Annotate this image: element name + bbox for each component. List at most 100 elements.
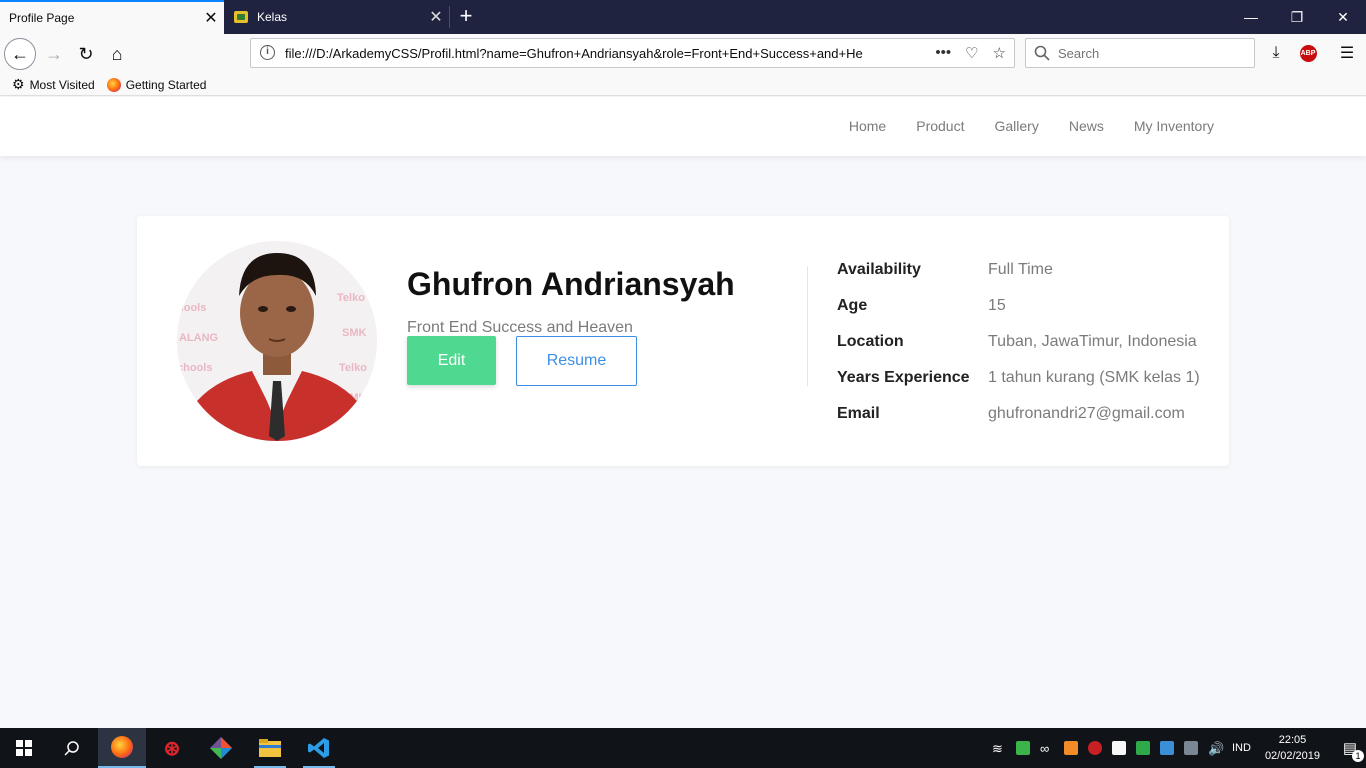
browser-toolbar: ← → ↻ ⌂ i file:///D:/ArkademyCSS/Profil.… xyxy=(0,34,1366,74)
profile-card: Tel hools Telko ALANG SMK chools Telko SMK Gh… xyxy=(137,216,1229,466)
detail-label: Years Experience xyxy=(837,369,970,386)
home-icon[interactable]: ⌂ xyxy=(101,38,133,70)
bookmark-star-icon[interactable]: ☆ xyxy=(993,44,1006,62)
adblock-button[interactable]: ABP xyxy=(1293,38,1323,68)
main-nav: Home Product Gallery News My Inventory xyxy=(849,118,1214,134)
pocket-icon[interactable]: ♡ xyxy=(965,44,978,62)
nav-product[interactable]: Product xyxy=(916,118,964,134)
notification-center[interactable]: ▤ 1 xyxy=(1334,728,1366,768)
menu-icon[interactable]: ☰ xyxy=(1332,38,1362,68)
detail-value: Full Time xyxy=(988,261,1053,278)
back-arrow-icon[interactable]: ← xyxy=(4,38,36,70)
nav-home[interactable]: Home xyxy=(849,118,886,134)
minimize-icon[interactable]: — xyxy=(1228,0,1274,34)
nav-news[interactable]: News xyxy=(1069,118,1104,134)
avatar: Tel hools Telko ALANG SMK chools Telko SMK xyxy=(177,241,377,441)
firefox-icon xyxy=(106,77,121,92)
bookmark-label: Getting Started xyxy=(125,77,207,92)
search-input[interactable]: Search xyxy=(1058,46,1099,61)
tab-close-icon[interactable]: ✕ xyxy=(423,7,449,27)
svg-text:ALANG: ALANG xyxy=(179,332,218,344)
nav-gallery[interactable]: Gallery xyxy=(994,118,1038,134)
monitor-icon[interactable] xyxy=(1183,741,1198,755)
garena-tray-icon[interactable] xyxy=(1087,741,1102,755)
edit-button[interactable]: Edit xyxy=(407,336,496,385)
search-icon xyxy=(64,741,79,756)
tab-close-icon[interactable]: ✕ xyxy=(198,8,224,28)
wifi-icon[interactable]: ≋ xyxy=(992,741,1006,756)
download-icon[interactable]: ⤓ xyxy=(1261,38,1291,68)
taskbar-file-explorer[interactable] xyxy=(246,728,294,768)
reload-icon[interactable]: ↻ xyxy=(70,38,102,70)
detail-row-age: Age 15 xyxy=(837,297,1200,333)
tab-bar: Profile Page ✕ Kelas ✕ + — ❐ ✕ xyxy=(0,0,1366,34)
sublime-icon[interactable] xyxy=(1063,741,1078,755)
folder-icon xyxy=(259,739,281,757)
url-text[interactable]: file:///D:/ArkademyCSS/Profil.html?name=… xyxy=(285,46,900,61)
bookmark-most-visited[interactable]: ⚙ Most Visited xyxy=(12,76,95,93)
profile-photo: TelhoolsTelko ALANG SMKchools TelkoSMK xyxy=(177,241,377,441)
profile-name: Ghufron Andriansyah xyxy=(407,266,735,302)
detail-value: 1 tahun kurang (SMK kelas 1) xyxy=(988,369,1200,386)
start-button[interactable] xyxy=(0,728,48,768)
network-icon[interactable] xyxy=(1159,741,1174,755)
detail-label: Availability xyxy=(837,261,921,278)
garena-icon: ⊛ xyxy=(163,737,181,760)
info-icon[interactable]: i xyxy=(260,45,275,60)
detail-label: Age xyxy=(837,297,868,314)
drive-icon[interactable] xyxy=(1135,741,1150,755)
svg-text:Telko: Telko xyxy=(337,292,365,304)
taskbar-firefox[interactable] xyxy=(98,728,146,768)
taskbar-search-button[interactable] xyxy=(48,728,96,768)
svg-text:hools: hools xyxy=(177,302,206,314)
resume-button[interactable]: Resume xyxy=(516,336,637,386)
adblock-icon: ABP xyxy=(1299,44,1317,62)
notification-badge: 1 xyxy=(1352,750,1364,762)
divider xyxy=(807,266,808,386)
tab-profile-page[interactable]: Profile Page ✕ xyxy=(0,0,224,34)
profile-role: Front End Success and Heaven xyxy=(407,319,633,336)
detail-row-location: Location Tuban, JawaTimur, Indonesia xyxy=(837,333,1200,369)
battery-icon[interactable] xyxy=(1015,741,1030,755)
firefox-icon xyxy=(111,736,133,758)
nav-my-inventory[interactable]: My Inventory xyxy=(1134,118,1214,134)
forward-arrow-icon[interactable]: → xyxy=(38,38,70,70)
clock[interactable]: 22:05 02/02/2019 xyxy=(1265,732,1320,764)
detail-row-availability: Availability Full Time xyxy=(837,261,1200,297)
windows-logo-icon xyxy=(16,740,32,756)
restore-icon[interactable]: ❐ xyxy=(1274,0,1320,34)
language-indicator[interactable]: IND xyxy=(1232,742,1251,754)
detail-label: Email xyxy=(837,405,880,422)
vscode-icon xyxy=(308,738,329,758)
tab-title: Profile Page xyxy=(9,11,75,25)
url-bar[interactable]: i file:///D:/ArkademyCSS/Profil.html?nam… xyxy=(250,38,1015,68)
search-icon xyxy=(1034,45,1050,61)
detail-value: ghufronandri27@gmail.com xyxy=(988,405,1185,422)
tab-divider xyxy=(449,6,450,28)
detail-value: Tuban, JawaTimur, Indonesia xyxy=(988,333,1197,350)
site-header: Home Product Gallery News My Inventory xyxy=(0,97,1366,156)
volume-icon[interactable]: 🔊 xyxy=(1208,741,1224,756)
bookmark-getting-started[interactable]: Getting Started xyxy=(106,77,207,92)
page-actions-icon[interactable]: ••• xyxy=(935,44,951,62)
detail-value: 15 xyxy=(988,297,1006,314)
tab-kelas[interactable]: Kelas ✕ xyxy=(225,0,449,34)
windows-taskbar: ⊛ ≋ ∞ 🔊 IND 22:05 02/02/2019 ▤ 1 xyxy=(0,728,1366,768)
svg-text:SMK: SMK xyxy=(342,327,367,339)
taskbar-vscode[interactable] xyxy=(295,728,343,768)
clock-date: 02/02/2019 xyxy=(1264,750,1320,762)
shield-icon[interactable] xyxy=(1111,741,1126,755)
tab-title: Kelas xyxy=(257,10,288,24)
taskbar-app-garena[interactable]: ⊛ xyxy=(148,728,196,768)
detail-row-experience: Years Experience 1 tahun kurang (SMK kel… xyxy=(837,369,1200,405)
detail-label: Location xyxy=(837,333,904,350)
taskbar-app-git[interactable] xyxy=(197,728,245,768)
svg-text:Telko: Telko xyxy=(339,362,367,374)
profile-details: Availability Full Time Age 15 Location T… xyxy=(837,261,1200,441)
git-icon xyxy=(210,737,232,759)
link-icon[interactable]: ∞ xyxy=(1040,741,1054,756)
new-tab-icon[interactable]: + xyxy=(456,3,476,29)
close-window-icon[interactable]: ✕ xyxy=(1320,0,1366,34)
search-box[interactable]: Search xyxy=(1025,38,1255,68)
svg-text:chools: chools xyxy=(177,362,212,374)
